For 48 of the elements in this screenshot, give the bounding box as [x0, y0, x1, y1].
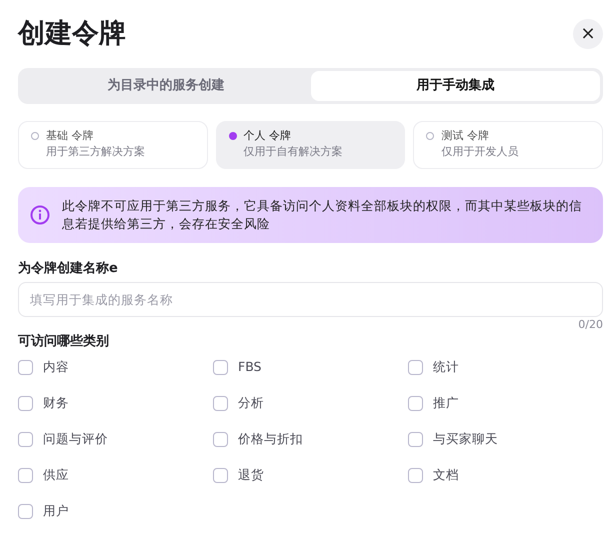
radio-icon: [31, 132, 39, 140]
checkbox-label: 分析: [238, 394, 264, 412]
checkbox[interactable]: [18, 432, 33, 446]
checkbox[interactable]: [408, 360, 423, 374]
checkbox[interactable]: [18, 468, 33, 482]
tab[interactable]: 用于手动集成: [310, 71, 600, 101]
tab[interactable]: 为目录中的服务创建: [21, 71, 310, 101]
option-description: 用于第三方解决方案: [45, 144, 146, 160]
character-counter: 0/20: [578, 317, 603, 333]
checkbox-label: 财务: [43, 394, 69, 412]
option-title: 个人 令牌: [244, 128, 292, 144]
radio-icon: [228, 132, 237, 140]
checkbox-label: 推广: [433, 394, 459, 412]
section-label: 可访问哪些类别: [18, 333, 110, 351]
checkbox-label: 供应: [43, 466, 69, 484]
checkbox[interactable]: [408, 396, 423, 410]
option-title: 测试 令牌: [441, 128, 489, 144]
radio-icon: [426, 132, 434, 140]
checkbox-label: 与买家聊天: [433, 430, 498, 448]
checkbox-label: 文档: [433, 466, 459, 484]
name-input-field[interactable]: 填写用于集成的服务名称: [18, 282, 603, 317]
dialog-title: 创建令牌: [18, 17, 126, 51]
token-type-option[interactable]: 个人 令牌 仅用于自有解决方案: [216, 121, 406, 169]
option-description: 仅用于自有解决方案: [242, 144, 344, 160]
checkbox[interactable]: [408, 468, 423, 482]
token-type-option[interactable]: 基础 令牌 用于第三方解决方案: [18, 121, 208, 169]
warning-text: 此令牌不可应用于第三方服务，它具备访问个人资料全部板块的权限，而其中某些板块的信息若提供给第三方，会存在安全风险: [62, 197, 583, 233]
option-title: 基础 令牌: [46, 128, 94, 144]
checkbox[interactable]: [213, 468, 228, 482]
field-label: 为令牌创建名称e: [18, 260, 119, 278]
checkbox[interactable]: [18, 360, 33, 374]
checkbox[interactable]: [18, 504, 33, 518]
checkbox[interactable]: [18, 396, 33, 410]
checkbox-label: 内容: [43, 358, 69, 376]
checkbox[interactable]: [213, 396, 228, 410]
option-description: 仅用于开发人员: [440, 144, 520, 160]
checkbox[interactable]: [213, 360, 228, 374]
checkbox-label: 退货: [238, 466, 264, 484]
token-type-option[interactable]: 测试 令牌 仅用于开发人员: [413, 121, 603, 169]
checkbox-label: 价格与折扣: [238, 430, 303, 448]
checkbox[interactable]: [213, 432, 228, 446]
close-button[interactable]: ×: [573, 19, 603, 49]
checkbox-label: 统计: [433, 358, 459, 376]
checkbox[interactable]: [408, 432, 423, 446]
checkbox-label: 用户: [43, 502, 69, 520]
info-icon: [30, 205, 50, 225]
checkbox-label: FBS: [238, 358, 262, 376]
checkbox-label: 问题与评价: [43, 430, 108, 448]
